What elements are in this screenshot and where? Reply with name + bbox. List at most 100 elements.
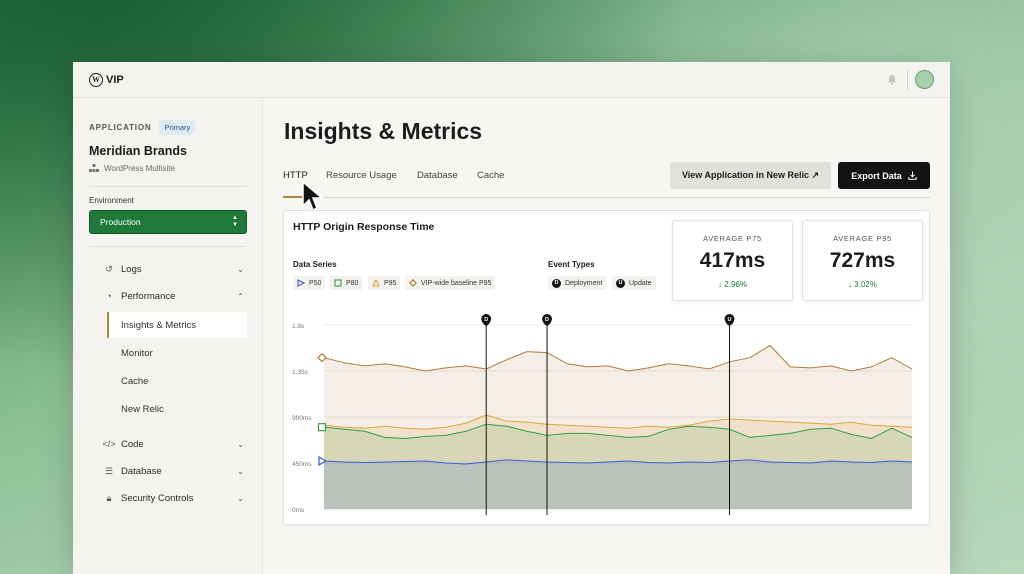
chip-label: VIP-wide baseline P95: [421, 279, 492, 287]
view-in-new-relic-button[interactable]: View Application in New Relic ↗: [670, 162, 831, 189]
y-tick-label: 0ms: [292, 507, 305, 514]
export-data-button[interactable]: Export Data: [838, 162, 930, 189]
subnav-cache[interactable]: Cache: [107, 368, 247, 394]
application-label-row: APPLICATION Primary: [89, 120, 196, 135]
tab-bar: HTTP Resource Usage Database Cache: [283, 166, 930, 198]
top-bar: W VIP: [73, 62, 950, 98]
main-content: Insights & Metrics HTTP Resource Usage D…: [263, 98, 950, 574]
square-icon: [334, 279, 342, 287]
stat-label: AVERAGE P75: [703, 234, 762, 243]
stat-value: 727ms: [829, 249, 896, 272]
subnav-insights-metrics[interactable]: Insights & Metrics: [107, 312, 247, 338]
divider: [89, 246, 246, 247]
subnav-label: Cache: [121, 375, 149, 387]
series-marker: [317, 423, 327, 432]
series-chip-baseline[interactable]: VIP-wide baseline P95: [405, 276, 496, 290]
gauge-icon: ◔: [106, 291, 112, 301]
triangle-up-icon: [372, 279, 380, 287]
divider: [89, 186, 246, 187]
event-chip-update[interactable]: U Update: [612, 276, 656, 290]
nav-performance[interactable]: ◔ Performance ⌃: [103, 285, 248, 307]
app-type-label: WordPress Multisite: [104, 164, 175, 173]
event-chip-deployment[interactable]: D Deployment: [548, 276, 607, 290]
chip-label: Deployment: [565, 279, 603, 287]
database-icon: ☰: [104, 465, 114, 476]
subnav-label: New Relic: [121, 403, 164, 415]
series-chip-p80[interactable]: P80: [330, 276, 363, 290]
bell-icon[interactable]: [887, 74, 897, 85]
topbar-divider: [907, 70, 908, 90]
chip-label: Update: [629, 279, 652, 287]
nav-database[interactable]: ☰ Database ⌄: [103, 460, 248, 482]
stat-card-p75: AVERAGE P75 417ms ↓ 2.96%: [672, 220, 793, 301]
nav-label: Logs: [121, 263, 142, 275]
subnav-label: Insights & Metrics: [121, 319, 196, 331]
series-area: [324, 459, 912, 509]
sidebar: APPLICATION Primary Meridian Brands Word…: [73, 98, 263, 574]
chevron-down-icon: ⌄: [237, 439, 244, 449]
environment-select[interactable]: Production ▲ ▼: [89, 210, 247, 234]
stat-delta: ↓ 2.96%: [718, 280, 747, 289]
chevron-down-icon: ⌄: [237, 466, 244, 476]
update-event-icon: U: [616, 278, 625, 288]
subnav-new-relic[interactable]: New Relic: [107, 396, 247, 422]
avatar[interactable]: [915, 70, 934, 89]
history-icon: ↺: [105, 263, 113, 274]
nav-code[interactable]: </> Code ⌄: [103, 433, 248, 455]
subnav-monitor[interactable]: Monitor: [107, 340, 247, 366]
chip-label: P80: [346, 279, 359, 287]
event-pin-label: D: [545, 317, 549, 323]
nav-label: Performance: [121, 290, 176, 302]
nav-security-controls[interactable]: 🔒︎ Security Controls ⌄: [103, 487, 248, 509]
tab-database[interactable]: Database: [417, 170, 458, 181]
subnav-label: Monitor: [121, 347, 153, 359]
event-types-label: Event Types: [548, 260, 595, 269]
updown-chevron-icon: ▲ ▼: [232, 215, 238, 228]
environment-label: Environment: [89, 196, 134, 205]
stat-card-p95: AVERAGE P95 727ms ↓ 3.02%: [802, 220, 923, 301]
chevron-up-icon: ⌃: [237, 291, 244, 301]
response-time-chart: 1.8s 1.35s 900ms 450ms 0ms D D U: [292, 314, 913, 515]
download-icon: [908, 171, 917, 180]
chevron-down-icon: ⌄: [237, 493, 244, 503]
stat-delta: ↓ 3.02%: [848, 280, 877, 289]
chart-panel: HTTP Origin Response Time Data Series Ev…: [283, 210, 930, 525]
chart-title: HTTP Origin Response Time: [293, 221, 435, 233]
tab-cache[interactable]: Cache: [477, 170, 504, 181]
nav-logs[interactable]: ↺ Logs ⌄: [103, 258, 248, 280]
application-label: APPLICATION: [89, 123, 152, 132]
event-pin-label: U: [728, 317, 732, 323]
multisite-icon: [89, 164, 99, 172]
environment-value: Production: [100, 217, 141, 227]
chip-label: P50: [309, 279, 322, 287]
y-tick-label: 1.35s: [292, 369, 309, 376]
vip-logo[interactable]: W VIP: [89, 72, 124, 87]
series-chip-p50[interactable]: P50: [293, 276, 326, 290]
primary-badge: Primary: [159, 120, 196, 135]
triangle-right-icon: [297, 279, 305, 287]
chip-label: P95: [384, 279, 397, 287]
logo-text: VIP: [106, 73, 124, 86]
mouse-pointer-icon: [302, 180, 325, 212]
stat-label: AVERAGE P95: [833, 234, 892, 243]
export-label: Export Data: [851, 170, 902, 181]
lock-icon: 🔒︎: [106, 492, 112, 503]
nav-label: Code: [121, 438, 144, 450]
wordpress-logo-icon: W: [89, 72, 103, 87]
y-tick-label: 900ms: [292, 415, 312, 422]
diamond-icon: [409, 279, 417, 287]
y-tick-label: 1.8s: [292, 323, 305, 330]
tab-resource-usage[interactable]: Resource Usage: [326, 170, 397, 181]
nav-label: Database: [121, 465, 162, 477]
stat-value: 417ms: [699, 249, 766, 272]
app-window: W VIP APPLICATION Primary Meridian Brand…: [73, 62, 950, 574]
chevron-down-icon: ⌄: [237, 264, 244, 274]
event-pin-label: D: [484, 317, 488, 323]
app-name: Meridian Brands: [89, 144, 187, 158]
code-icon: </>: [102, 439, 116, 449]
series-chip-p95[interactable]: P95: [368, 276, 401, 290]
deployment-event-icon: D: [552, 278, 561, 288]
y-tick-label: 450ms: [292, 461, 312, 468]
data-series-label: Data Series: [293, 260, 337, 269]
app-type: WordPress Multisite: [89, 164, 175, 173]
